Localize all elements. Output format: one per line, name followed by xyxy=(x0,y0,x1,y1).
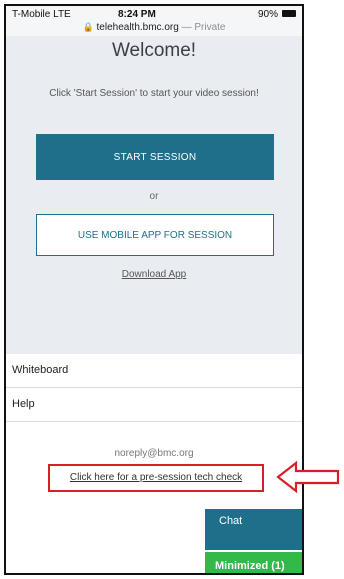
support-email: noreply@bmc.org xyxy=(114,448,194,459)
menu-item-whiteboard[interactable]: Whiteboard xyxy=(6,354,302,388)
menu-item-help[interactable]: Help xyxy=(6,388,302,422)
carrier-label: T-Mobile LTE xyxy=(12,9,71,20)
download-app-link[interactable]: Download App xyxy=(6,269,302,280)
minimized-tab[interactable]: Minimized (1) xyxy=(205,552,302,573)
lock-icon: 🔒 xyxy=(82,22,94,32)
phone-screen: T-Mobile LTE 8:24 PM 90% 🔒 telehealth.bm… xyxy=(4,4,304,575)
url-text: telehealth.bmc.org xyxy=(96,22,179,33)
status-bar: T-Mobile LTE 8:24 PM 90% 🔒 telehealth.bm… xyxy=(6,6,302,38)
private-label: — Private xyxy=(181,22,226,33)
address-bar[interactable]: 🔒 telehealth.bmc.org — Private xyxy=(6,22,302,33)
clock: 8:24 PM xyxy=(118,9,156,20)
left-arrow-icon xyxy=(276,460,340,494)
session-card: Welcome! Click 'Start Session' to start … xyxy=(6,36,302,354)
chat-tab[interactable]: Chat xyxy=(205,509,302,550)
page-subtitle: Click 'Start Session' to start your vide… xyxy=(49,88,259,99)
battery-percent: 90% xyxy=(257,9,278,20)
page-title: Welcome! xyxy=(111,40,197,61)
mobile-app-session-button[interactable]: USE MOBILE APP FOR SESSION xyxy=(36,214,274,256)
or-separator: or xyxy=(149,191,159,202)
start-session-button[interactable]: START SESSION xyxy=(36,134,274,180)
tech-check-link[interactable]: Click here for a pre-session tech check xyxy=(70,472,242,483)
tech-check-link-box[interactable]: Click here for a pre-session tech check xyxy=(48,464,264,492)
battery-icon xyxy=(282,10,296,17)
